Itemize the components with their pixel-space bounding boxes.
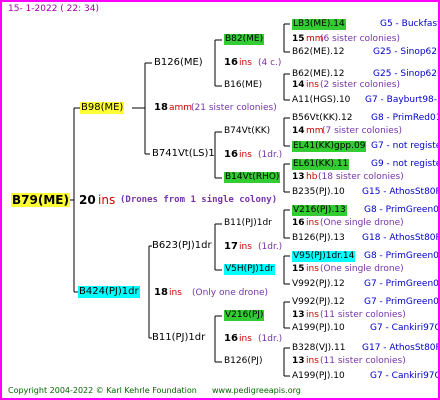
g2-node-name[interactable]: B623(PJ)1dr (152, 240, 212, 252)
g2-note: (1dr.) (258, 242, 283, 252)
root-node-name[interactable]: B79(ME) (11, 193, 70, 207)
g4-node-name[interactable]: V992(PJ).12 (292, 297, 345, 308)
g3-node-name[interactable]: B82(ME) (224, 34, 265, 45)
g3-suffix: hb (306, 172, 318, 182)
g4-genealogy: G9 - not registe (371, 159, 440, 169)
g3-node-name[interactable]: B11(PJ)1dr (224, 218, 272, 229)
g3-note: (2 sister colonies) (320, 80, 401, 90)
g4-genealogy: G8 - PrimGreen00 (364, 251, 440, 261)
root-note: (Drones from 1 single colony) (120, 195, 278, 205)
g3-count: 13 (292, 172, 305, 182)
g3-note: (11 sister colonies) (320, 356, 406, 366)
g3-count: 14 (292, 126, 305, 136)
g3-suffix: ins (306, 264, 319, 274)
g3-node-name[interactable]: V5H(PJ)1dr (224, 264, 275, 275)
g1-node-name[interactable]: B424(PJ)1dr (78, 286, 140, 298)
g2-node-name[interactable]: B11(PJ)1dr (152, 332, 205, 344)
g4-genealogy: G8 - PrimRed01 (371, 113, 440, 123)
pedigree-frame: 15- 1-2022 ( 22: 34) B79(ME) 20 ins (Dro… (0, 0, 440, 400)
g4-genealogy: G7 - PrimGreen00 (364, 279, 440, 289)
g2-note: (4 c.) (258, 58, 282, 68)
g4-genealogy: G17 - AthosSt80R (362, 343, 440, 353)
g2-count: 17 (224, 241, 238, 252)
g4-genealogy: G15 - AthosSt80R (362, 187, 440, 197)
g4-node-name[interactable]: LB3(ME).14 (292, 19, 346, 30)
g2-suffix: ins (239, 334, 252, 344)
g3-count: 15 (292, 34, 305, 44)
g3-note: (18 sister colonies) (318, 172, 404, 182)
g1-note: (21 sister colonies) (191, 103, 277, 113)
g4-node-name[interactable]: A199(PJ).10 (292, 323, 345, 334)
g4-genealogy: G7 - Cankiri97Q (370, 371, 440, 381)
g3-node-name[interactable]: B14Vt(RHO) (224, 172, 281, 183)
g4-genealogy: G7 - Bayburt98-3 (365, 95, 440, 105)
g2-count: 16 (224, 149, 238, 160)
g4-node-name[interactable]: B126(PJ).13 (292, 233, 345, 244)
g1-count: 18 (154, 102, 168, 113)
g4-genealogy: G25 - Sinop62R (373, 69, 440, 79)
g3-count: 13 (292, 356, 305, 366)
g1-note: (Only one drone) (192, 288, 269, 298)
g4-genealogy: G25 - Sinop62R (373, 47, 440, 57)
g2-node-name[interactable]: B126(ME) (154, 57, 203, 69)
g4-node-name[interactable]: V992(PJ).12 (292, 279, 345, 290)
g2-note: (1dr.) (258, 334, 283, 344)
g2-count: 16 (224, 333, 238, 344)
g4-genealogy: G18 - AthosSt80R (362, 233, 440, 243)
g2-suffix: ins (239, 150, 252, 160)
g4-genealogy: G7 - Cankiri97Q (370, 323, 440, 333)
g4-genealogy: G7 - not registe (371, 141, 440, 151)
g1-count: 18 (154, 287, 168, 298)
g1-node-name[interactable]: B98(ME) (80, 102, 125, 114)
g2-suffix: ins (239, 58, 252, 68)
g4-genealogy: G7 - PrimGreen00 (364, 297, 440, 307)
g4-node-name[interactable]: V95(PJ)1dr.14 (292, 251, 356, 262)
footer-url[interactable]: www.pedigreeapis.org (212, 385, 301, 396)
g4-node-name[interactable]: V216(PJ).13 (292, 205, 347, 216)
g3-node-name[interactable]: B16(ME) (224, 80, 262, 91)
g3-suffix: ins (306, 310, 319, 320)
g3-count: 14 (292, 80, 305, 90)
g4-node-name[interactable]: B62(ME).12 (292, 47, 344, 58)
g1-suffix: ins (169, 288, 182, 298)
g4-node-name[interactable]: B62(ME).12 (292, 69, 344, 80)
g3-suffix: ins (306, 356, 319, 366)
g4-node-name[interactable]: EL61(KK).11 (292, 159, 350, 170)
g3-count: 13 (292, 310, 305, 320)
g3-node-name[interactable]: V216(PJ) (224, 310, 265, 321)
g4-genealogy: G8 - PrimGreen00 (364, 205, 440, 215)
g4-node-name[interactable]: B56Vt(KK).12 (292, 113, 352, 124)
g4-node-name[interactable]: EL41(KK)gpp.09 (292, 141, 367, 152)
g3-count: 15 (292, 264, 305, 274)
g2-count: 16 (224, 57, 238, 68)
g3-count: 16 (292, 218, 305, 228)
g2-suffix: ins (239, 242, 252, 252)
root-suffix: ins (98, 193, 116, 207)
g4-node-name[interactable]: A11(HGS).10 (292, 95, 350, 106)
g1-suffix: amm (169, 103, 193, 113)
g3-note: (One single drone) (320, 218, 404, 228)
root-count: 20 (79, 193, 96, 207)
header-date: 15- 1-2022 ( 22: 34) (8, 4, 99, 14)
g4-node-name[interactable]: B328(VJ).11 (292, 343, 346, 354)
g3-note: (One single drone) (320, 264, 404, 274)
g3-node-name[interactable]: B74Vt(KK) (224, 126, 270, 137)
g2-node-name[interactable]: B741Vt(LS)1 (152, 148, 215, 160)
g3-suffix: ins (306, 218, 319, 228)
g4-genealogy: G5 - Buckfast (380, 19, 440, 29)
g3-note: (6 sister colonies) (320, 34, 401, 44)
g2-note: (1dr.) (258, 150, 283, 160)
g3-node-name[interactable]: B126(PJ) (224, 356, 262, 367)
g3-suffix: ins (306, 80, 319, 90)
g3-suffix: mm (306, 126, 324, 136)
g3-note: (11 sister colonies) (320, 310, 406, 320)
g4-node-name[interactable]: A199(PJ).10 (292, 371, 345, 382)
g3-note: (7 sister colonies) (322, 126, 403, 136)
footer-copyright: Copyright 2004-2022 © Karl Kehrle Founda… (8, 386, 197, 395)
g4-node-name[interactable]: B235(PJ).10 (292, 187, 345, 198)
